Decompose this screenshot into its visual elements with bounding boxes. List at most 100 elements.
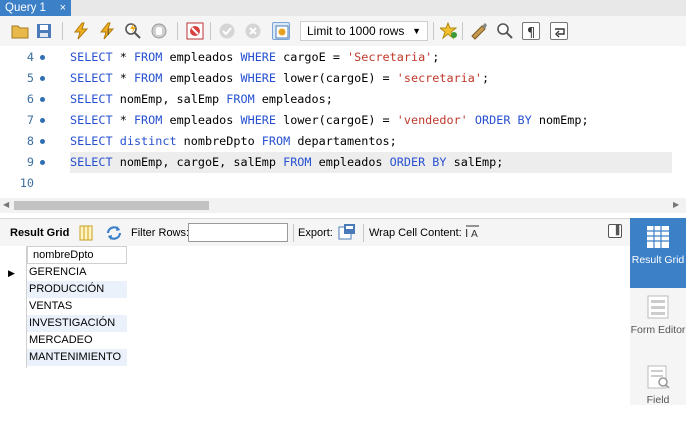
svg-text:I: I bbox=[107, 28, 109, 37]
execute-icon[interactable] bbox=[72, 22, 90, 40]
tab-bar: Query 1 × bbox=[0, 0, 686, 16]
sql-statement: SELECT nomEmp, cargoE, salEmp FROM emple… bbox=[70, 152, 503, 173]
sql-keyword: WHERE bbox=[240, 71, 277, 85]
editor-line[interactable]: 6 SELECT nomEmp, salEmp FROM empleados; bbox=[0, 89, 686, 110]
editor-horizontal-scrollbar[interactable]: ◀ ▶ bbox=[0, 198, 686, 213]
row-header-column bbox=[0, 246, 27, 368]
statement-marker-icon bbox=[40, 160, 45, 165]
sql-keyword: SELECT bbox=[70, 134, 113, 148]
sql-keyword: ORDER BY bbox=[389, 155, 447, 169]
field-types-icon bbox=[647, 365, 670, 389]
execute-current-icon[interactable]: I bbox=[98, 22, 116, 40]
statement-marker-icon bbox=[40, 76, 45, 81]
sql-text: empleados; bbox=[254, 92, 333, 106]
stop-icon[interactable] bbox=[150, 22, 168, 40]
statement-marker-icon bbox=[40, 118, 45, 123]
editor-toolbar: I Limit to 1000 rows ▼ ¶ bbox=[0, 16, 686, 46]
toolbar-separator bbox=[363, 224, 364, 242]
editor-line[interactable]: 5 SELECT * FROM empleados WHERE lower(car… bbox=[0, 68, 686, 89]
sql-text: * bbox=[112, 113, 134, 127]
scrollbar-thumb[interactable] bbox=[14, 201, 209, 210]
result-grid-label: Result Grid bbox=[10, 227, 70, 239]
close-tab-icon[interactable]: × bbox=[60, 0, 66, 16]
toolbar-separator bbox=[210, 22, 211, 40]
tab-title: Query 1 bbox=[5, 2, 46, 14]
sql-text: salEmp; bbox=[446, 155, 504, 169]
scroll-right-icon[interactable]: ▶ bbox=[673, 200, 679, 209]
sql-text: ; bbox=[432, 50, 440, 64]
sql-keyword: FROM bbox=[226, 92, 255, 106]
tab-query-1[interactable]: Query 1 × bbox=[0, 0, 71, 16]
table-row[interactable]: PRODUCCIÓN bbox=[27, 281, 127, 298]
commit-icon[interactable] bbox=[218, 22, 236, 40]
scroll-left-icon[interactable]: ◀ bbox=[3, 200, 9, 209]
invisible-chars-icon[interactable]: ¶ bbox=[522, 22, 540, 41]
save-icon[interactable] bbox=[35, 22, 53, 40]
editor-line[interactable]: 4 SELECT * FROM empleados WHERE cargoE = … bbox=[0, 47, 686, 68]
rollback-icon[interactable] bbox=[244, 22, 262, 40]
toolbar-separator bbox=[462, 22, 463, 40]
find-icon[interactable] bbox=[496, 22, 514, 40]
sql-text: * bbox=[112, 71, 134, 85]
statement-marker-icon bbox=[40, 97, 45, 102]
refresh-icon[interactable] bbox=[105, 224, 123, 242]
sql-keyword: FROM bbox=[133, 113, 163, 127]
side-field-types-label: Field bbox=[646, 394, 670, 406]
table-row[interactable]: MERCADEO bbox=[27, 332, 127, 349]
table-row[interactable]: GERENCIA bbox=[27, 264, 127, 281]
result-grid-layout-icon[interactable] bbox=[77, 224, 95, 242]
line-number: 10 bbox=[19, 176, 34, 190]
filter-rows-input[interactable] bbox=[188, 223, 288, 242]
sql-text: empleados bbox=[311, 155, 390, 169]
limit-rows-value: Limit to 1000 rows bbox=[307, 24, 405, 38]
result-grid-icon bbox=[647, 226, 669, 248]
sql-statement: SELECT * FROM empleados WHERE lower(carg… bbox=[70, 110, 589, 131]
wrap-lines-icon[interactable] bbox=[550, 22, 568, 40]
side-result-grid-label: Result Grid bbox=[631, 254, 685, 266]
autocommit-icon[interactable] bbox=[272, 22, 290, 40]
column-header-nombredpto[interactable]: nombreDpto bbox=[27, 246, 127, 264]
sql-statement: SELECT distinct nombreDpto FROM departam… bbox=[70, 131, 397, 152]
side-field-types-button[interactable]: Field bbox=[630, 358, 686, 428]
export-icon[interactable] bbox=[338, 223, 356, 241]
result-side-panel: Result Grid Form Editor Field bbox=[630, 218, 686, 406]
table-row[interactable]: INVESTIGACIÓN bbox=[27, 315, 127, 332]
svg-text:I: I bbox=[465, 227, 468, 240]
sql-string: 'secretaria' bbox=[396, 71, 482, 85]
sql-keyword: SELECT bbox=[70, 50, 113, 64]
sql-text: ; bbox=[482, 71, 490, 85]
toggle-error-icon[interactable] bbox=[186, 22, 204, 40]
sql-text: cargoE = bbox=[276, 50, 348, 64]
editor-line[interactable]: 8 SELECT distinct nombreDpto FROM departa… bbox=[0, 131, 686, 152]
wrap-cell-icon[interactable]: IA bbox=[463, 224, 481, 242]
sql-string: 'Secretaria' bbox=[347, 50, 433, 64]
toolbar-separator bbox=[293, 224, 294, 242]
sql-keyword: SELECT bbox=[70, 113, 113, 127]
beautify-icon[interactable] bbox=[470, 22, 488, 40]
sql-statement: SELECT * FROM empleados WHERE lower(carg… bbox=[70, 68, 489, 89]
sql-keyword: FROM bbox=[261, 134, 291, 148]
line-number: 9 bbox=[26, 155, 34, 169]
limit-rows-dropdown[interactable]: Limit to 1000 rows ▼ bbox=[300, 21, 428, 41]
toolbar-separator bbox=[62, 22, 63, 40]
side-form-editor-button[interactable]: Form Editor bbox=[630, 288, 686, 358]
folder-icon[interactable] bbox=[11, 22, 29, 40]
wrap-cell-content-label: Wrap Cell Content: bbox=[369, 227, 462, 239]
sql-keyword: SELECT bbox=[70, 92, 113, 106]
editor-line[interactable]: 9 SELECT nomEmp, cargoE, salEmp FROM empl… bbox=[0, 152, 686, 173]
explain-icon[interactable] bbox=[124, 22, 142, 40]
editor-line[interactable]: 7 SELECT * FROM empleados WHERE lower(car… bbox=[0, 110, 686, 131]
bookmark-icon[interactable] bbox=[440, 22, 458, 40]
side-result-grid-button[interactable]: Result Grid bbox=[630, 218, 686, 288]
editor-line[interactable]: 10 bbox=[0, 173, 686, 194]
filter-rows-label: Filter Rows: bbox=[131, 227, 190, 239]
sql-keyword: WHERE bbox=[240, 50, 277, 64]
sql-text: * bbox=[112, 50, 134, 64]
toggle-panel-icon[interactable] bbox=[608, 224, 622, 238]
sql-editor[interactable]: 4 SELECT * FROM empleados WHERE cargoE = … bbox=[0, 46, 686, 196]
table-row[interactable]: VENTAS bbox=[27, 298, 127, 315]
statement-marker-icon bbox=[40, 55, 45, 60]
sql-text: nomEmp, cargoE, salEmp bbox=[112, 155, 284, 169]
table-row[interactable]: MANTENIMIENTO bbox=[27, 349, 127, 366]
